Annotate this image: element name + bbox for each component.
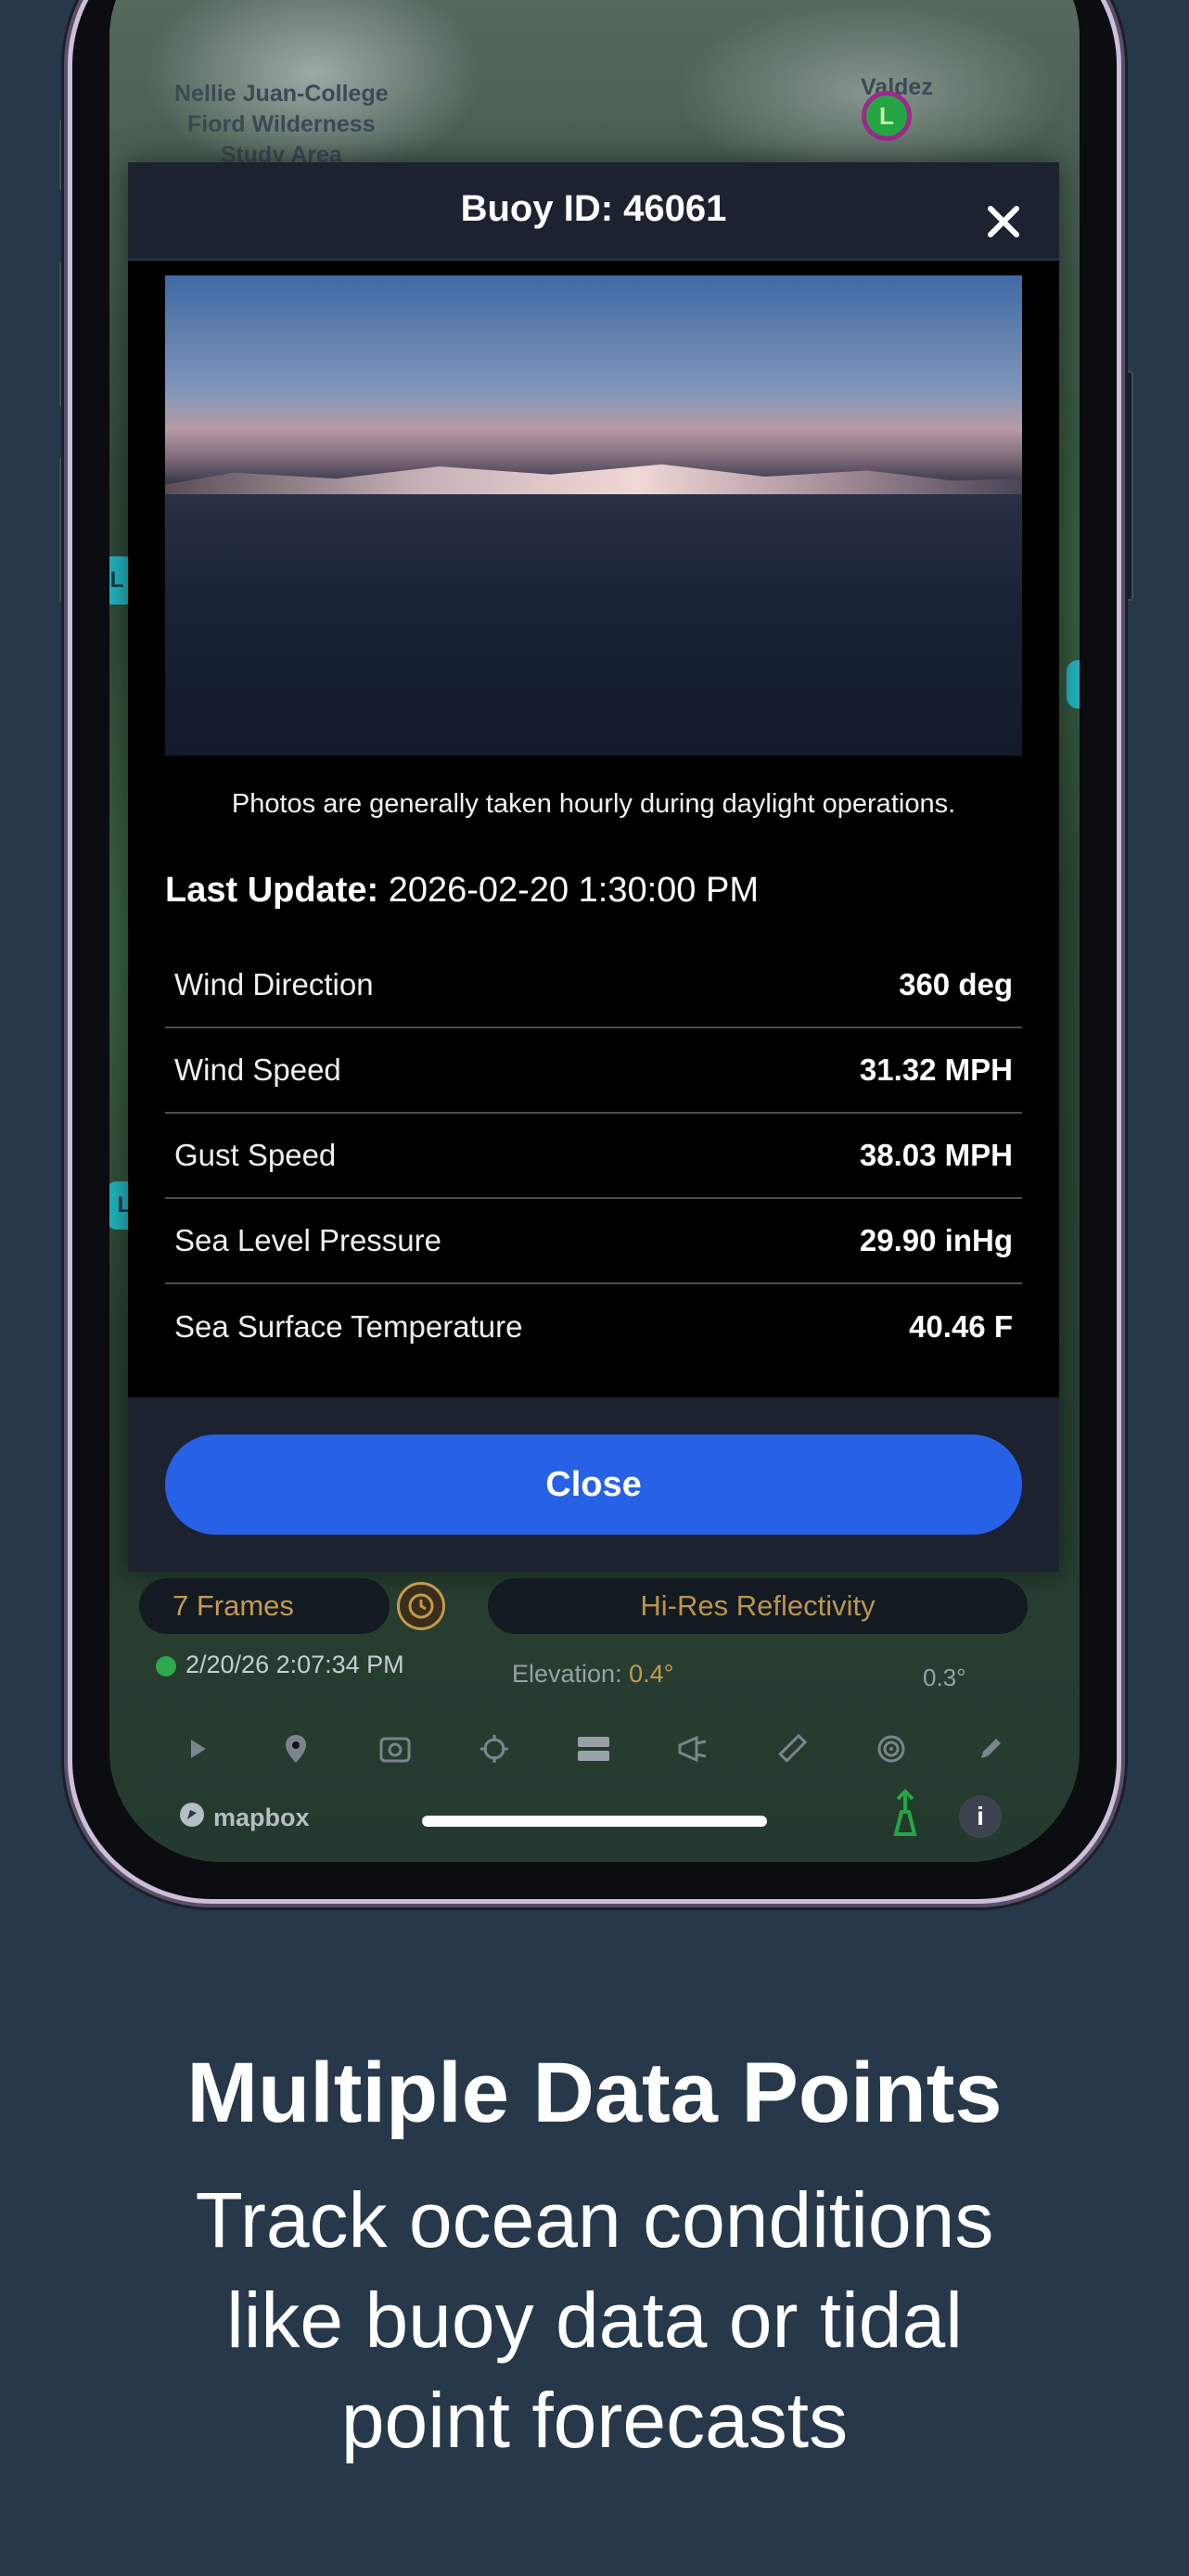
table-row: Sea Surface Temperature 40.46 F (165, 1284, 1022, 1370)
modal-header: Buoy ID: 46061 (128, 162, 1059, 261)
map-area-label: Nellie Juan-College Fiord Wilderness Stu… (174, 81, 389, 168)
table-row: Sea Level Pressure 29.90 inHg (165, 1199, 1022, 1284)
table-row: Gust Speed 38.03 MPH (165, 1114, 1022, 1199)
map-marker-right[interactable]: L (1067, 660, 1080, 708)
buoy-camera-photo (165, 275, 1022, 756)
headline: Multiple Data Points (186, 2046, 1003, 2140)
megaphone-icon[interactable] (672, 1728, 713, 1769)
subtext-line-2: like buoy data or tidal (226, 2276, 963, 2364)
row-label: Gust Speed (174, 1138, 337, 1172)
map-tool-bar (148, 1721, 1039, 1777)
subtext-line-3: point forecasts (340, 2377, 849, 2464)
table-row: Wind Speed 31.32 MPH (165, 1028, 1022, 1114)
row-label: Sea Level Pressure (174, 1223, 441, 1257)
product-selector[interactable]: Hi-Res Reflectivity (488, 1578, 1028, 1634)
layers-icon[interactable] (573, 1728, 614, 1769)
mapbox-icon (178, 1801, 206, 1835)
mute-switch (59, 119, 72, 191)
location-pin-icon[interactable] (275, 1728, 316, 1769)
modal-footer: Close (128, 1397, 1059, 1572)
home-indicator[interactable] (422, 1816, 767, 1827)
frame-timestamp: 2/20/26 2:07:34 PM (185, 1651, 404, 1678)
screenshot-icon[interactable] (375, 1728, 416, 1769)
info-button[interactable]: i (959, 1795, 1002, 1838)
mapbox-logo: mapbox (178, 1801, 310, 1835)
row-label: Wind Speed (174, 1052, 341, 1087)
volume-up-button (59, 261, 72, 408)
last-update-label: Last Update: (165, 871, 379, 910)
last-update: Last Update: 2026-02-20 1:30:00 PM (165, 871, 759, 911)
play-icon[interactable] (176, 1728, 217, 1769)
volume-down-button (59, 456, 72, 603)
elevation-readout: Elevation: 0.4° (512, 1660, 673, 1689)
radar-icon[interactable] (871, 1728, 912, 1769)
ruler-icon[interactable] (772, 1728, 812, 1769)
mountain-ridge (165, 464, 1022, 497)
sea-surface (165, 494, 1022, 756)
mapbox-label: mapbox (213, 1804, 310, 1831)
row-value: 31.32 MPH (859, 1052, 1013, 1087)
live-status-dot (156, 1656, 176, 1677)
frames-selector[interactable]: 7 Frames (139, 1578, 390, 1634)
table-row: Wind Direction 360 deg (165, 943, 1022, 1028)
buoy-layer-icon[interactable] (889, 1779, 922, 1844)
buoy-data-table: Wind Direction 360 deg Wind Speed 31.32 … (165, 943, 1022, 1370)
subtext: Track ocean conditions like buoy data or… (0, 2170, 1189, 2470)
city-marker[interactable]: L (862, 91, 912, 141)
subtext-line-1: Track ocean conditions (195, 2176, 994, 2264)
row-label: Sea Surface Temperature (174, 1309, 523, 1344)
elevation-label: Elevation: (512, 1660, 622, 1688)
crosshair-icon[interactable] (474, 1728, 515, 1769)
elevation-value: 0.4° (629, 1660, 674, 1688)
modal-title: Buoy ID: 46061 (460, 188, 727, 229)
buoy-modal: Buoy ID: 46061 Photos are generally take… (128, 162, 1059, 1572)
row-value: 40.46 F (909, 1309, 1013, 1344)
pencil-icon[interactable] (970, 1728, 1011, 1769)
close-icon[interactable] (985, 203, 1022, 240)
row-value: 29.90 inHg (859, 1223, 1013, 1257)
close-button[interactable]: Close (165, 1435, 1022, 1535)
row-value: 360 deg (899, 967, 1013, 1001)
tilt-angle: 0.3° (923, 1664, 966, 1691)
last-update-value: 2026-02-20 1:30:00 PM (388, 871, 759, 910)
row-value: 38.03 MPH (859, 1138, 1013, 1172)
row-label: Wind Direction (174, 967, 374, 1001)
photo-note: Photos are generally taken hourly during… (231, 789, 956, 819)
history-icon[interactable] (397, 1582, 445, 1630)
power-button (1120, 371, 1133, 601)
